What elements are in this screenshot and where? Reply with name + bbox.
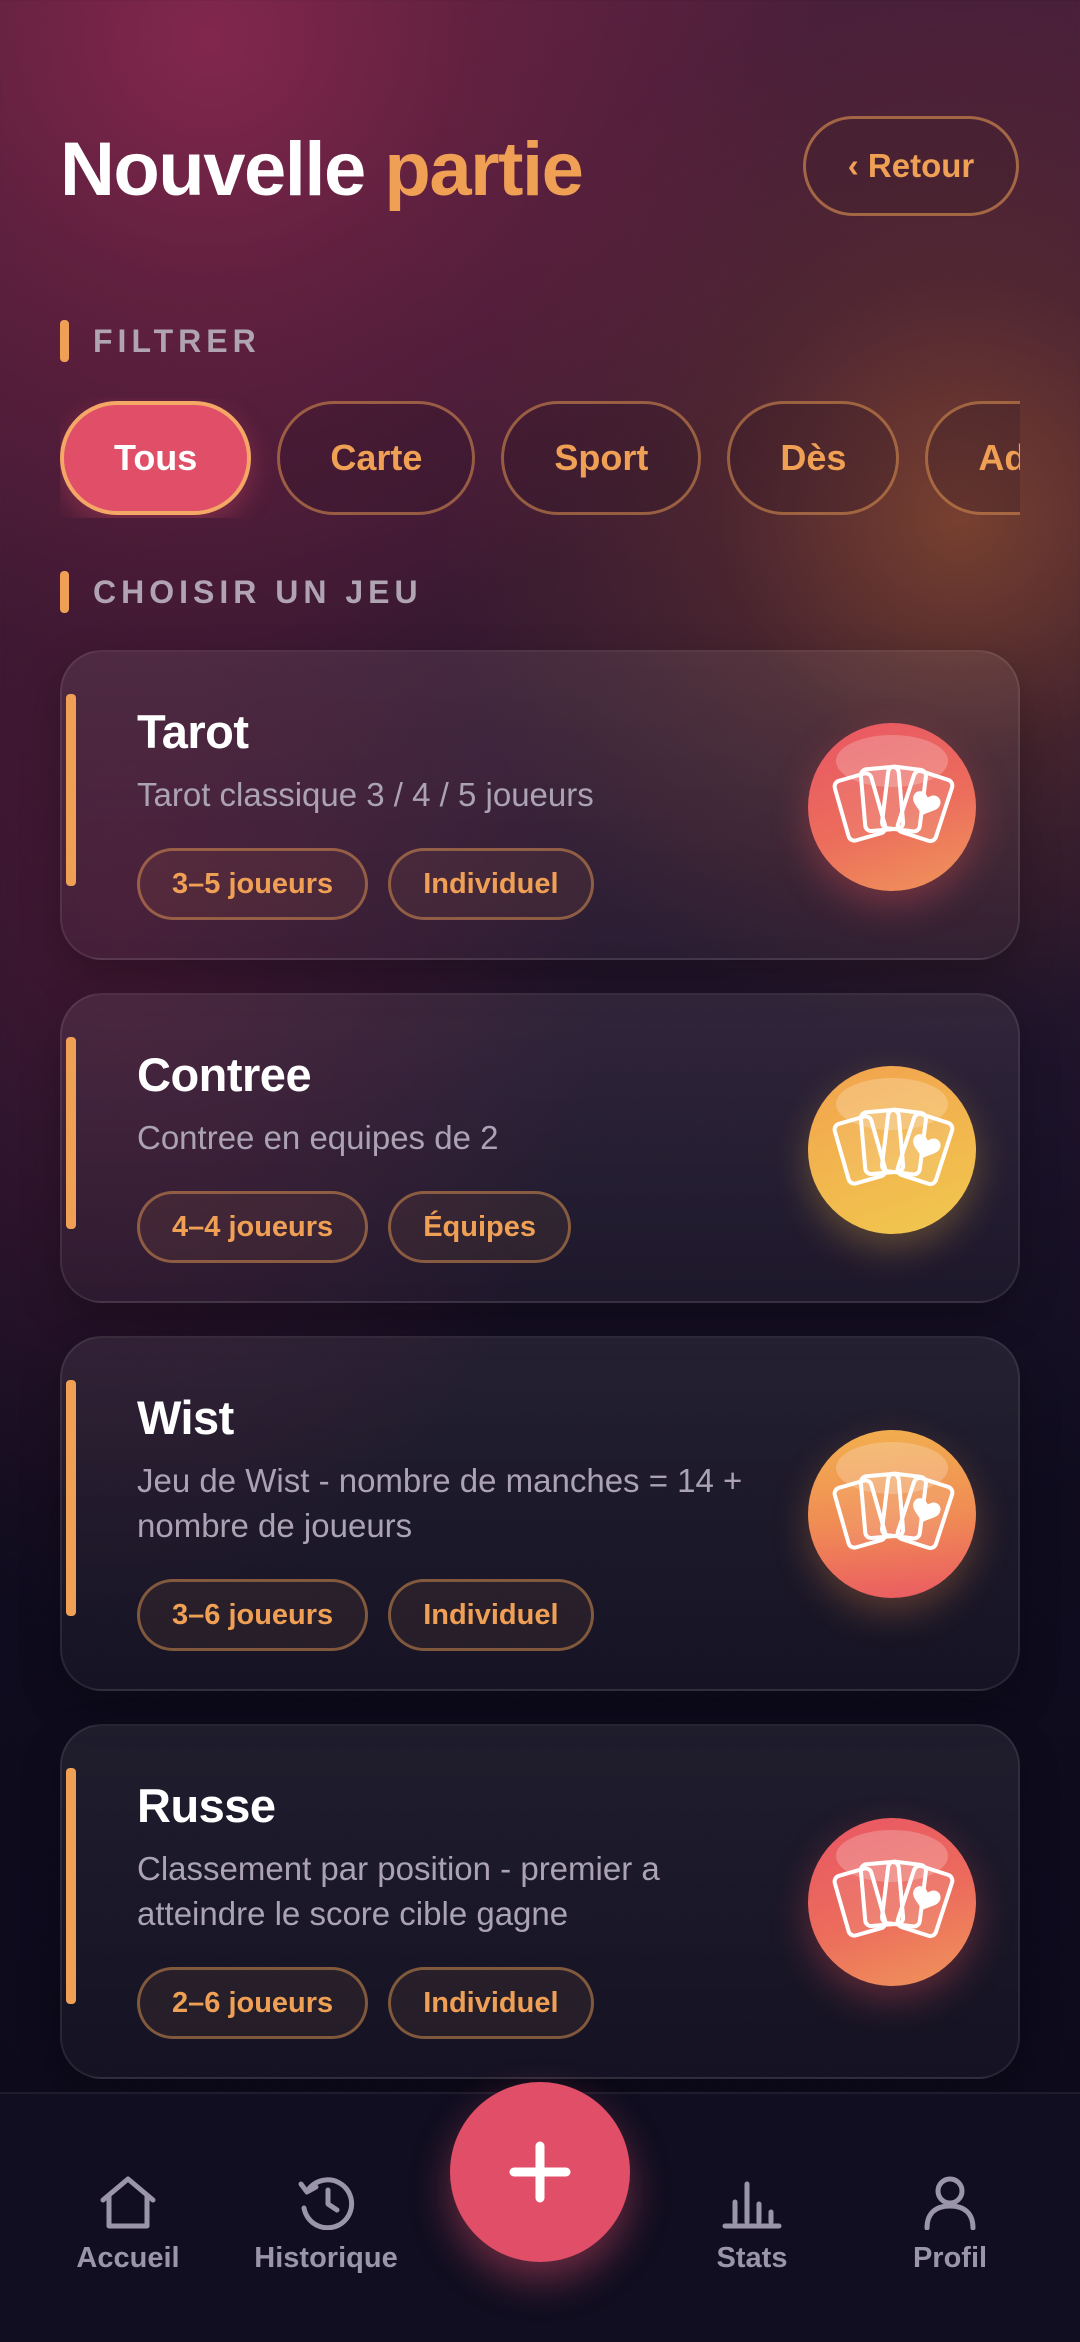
mode-badge: Individuel	[388, 1967, 594, 2039]
filter-chip-adresse[interactable]: Adresse	[925, 401, 1020, 515]
mode-badge: Équipes	[388, 1191, 571, 1263]
game-name: Contree	[137, 1048, 312, 1101]
bar-chart-icon	[722, 2181, 782, 2229]
playing-cards-icon	[808, 1430, 976, 1598]
playing-cards-icon	[808, 1818, 976, 1986]
new-game-fab[interactable]	[450, 2082, 630, 2262]
game-name: Tarot	[137, 705, 249, 758]
filter-chip-sport[interactable]: Sport	[501, 401, 702, 515]
game-description: Contree en equipes de 2	[137, 1119, 499, 1156]
game-name: Russe	[137, 1779, 276, 1832]
user-icon	[924, 2176, 976, 2230]
game-name: Wist	[137, 1391, 234, 1444]
games-section-label: CHOISIR UN JEU	[93, 573, 423, 610]
players-badge: 3–6 joueurs	[137, 1579, 369, 1651]
plus-icon	[509, 2141, 571, 2203]
filter-chip-tous[interactable]: Tous	[60, 401, 252, 515]
card-accent-bar	[66, 1768, 76, 2004]
nav-item-stats[interactable]: Stats	[652, 2174, 852, 2275]
filter-chip-carte[interactable]: Carte	[277, 401, 476, 515]
filter-chips-scroller[interactable]: Tous Carte Sport Dès Adresse	[60, 398, 1020, 518]
mode-badge: Individuel	[388, 848, 594, 920]
nav-item-historique[interactable]: Historique	[226, 2174, 426, 2275]
playing-cards-icon	[808, 723, 976, 891]
game-description: Tarot classique 3 / 4 / 5 joueurs	[137, 776, 594, 813]
home-icon	[100, 2176, 156, 2229]
game-description: Classement par position - premier a atte…	[137, 1850, 660, 1932]
page-title-word-2: partie	[384, 127, 583, 212]
page-title-word-1: Nouvelle	[60, 127, 366, 212]
playing-cards-icon	[808, 1066, 976, 1234]
history-icon	[298, 2177, 355, 2230]
page-title: Nouvelle partie	[60, 127, 584, 212]
players-badge: 3–5 joueurs	[137, 848, 369, 920]
game-card-russe[interactable]: Russe Classement par position - premier …	[60, 1724, 1020, 2079]
nav-label: Historique	[254, 2242, 398, 2274]
games-section-header: CHOISIR UN JEU	[60, 571, 423, 613]
section-accent-bar	[60, 571, 69, 613]
nav-item-profil[interactable]: Profil	[850, 2174, 1050, 2275]
card-accent-bar	[66, 694, 76, 886]
card-accent-bar	[66, 1380, 76, 1616]
game-card-wist[interactable]: Wist Jeu de Wist - nombre de manches = 1…	[60, 1336, 1020, 1691]
back-button[interactable]: ‹ Retour	[803, 116, 1019, 216]
nav-item-accueil[interactable]: Accueil	[28, 2174, 228, 2275]
nav-label: Stats	[716, 2242, 788, 2274]
game-description: Jeu de Wist - nombre de manches = 14 + n…	[137, 1462, 743, 1544]
game-card-contree[interactable]: Contree Contree en equipes de 2 4–4 joue…	[60, 993, 1020, 1303]
filter-section-header: FILTRER	[60, 320, 261, 362]
nav-label: Profil	[912, 2242, 988, 2274]
filter-chip-des[interactable]: Dès	[727, 401, 900, 515]
game-card-tarot[interactable]: Tarot Tarot classique 3 / 4 / 5 joueurs …	[60, 650, 1020, 960]
players-badge: 4–4 joueurs	[137, 1191, 369, 1263]
section-accent-bar	[60, 320, 69, 362]
mode-badge: Individuel	[388, 1579, 594, 1651]
filter-section-label: FILTRER	[93, 322, 261, 359]
players-badge: 2–6 joueurs	[137, 1967, 369, 2039]
nav-label: Accueil	[76, 2242, 180, 2274]
card-accent-bar	[66, 1037, 76, 1229]
